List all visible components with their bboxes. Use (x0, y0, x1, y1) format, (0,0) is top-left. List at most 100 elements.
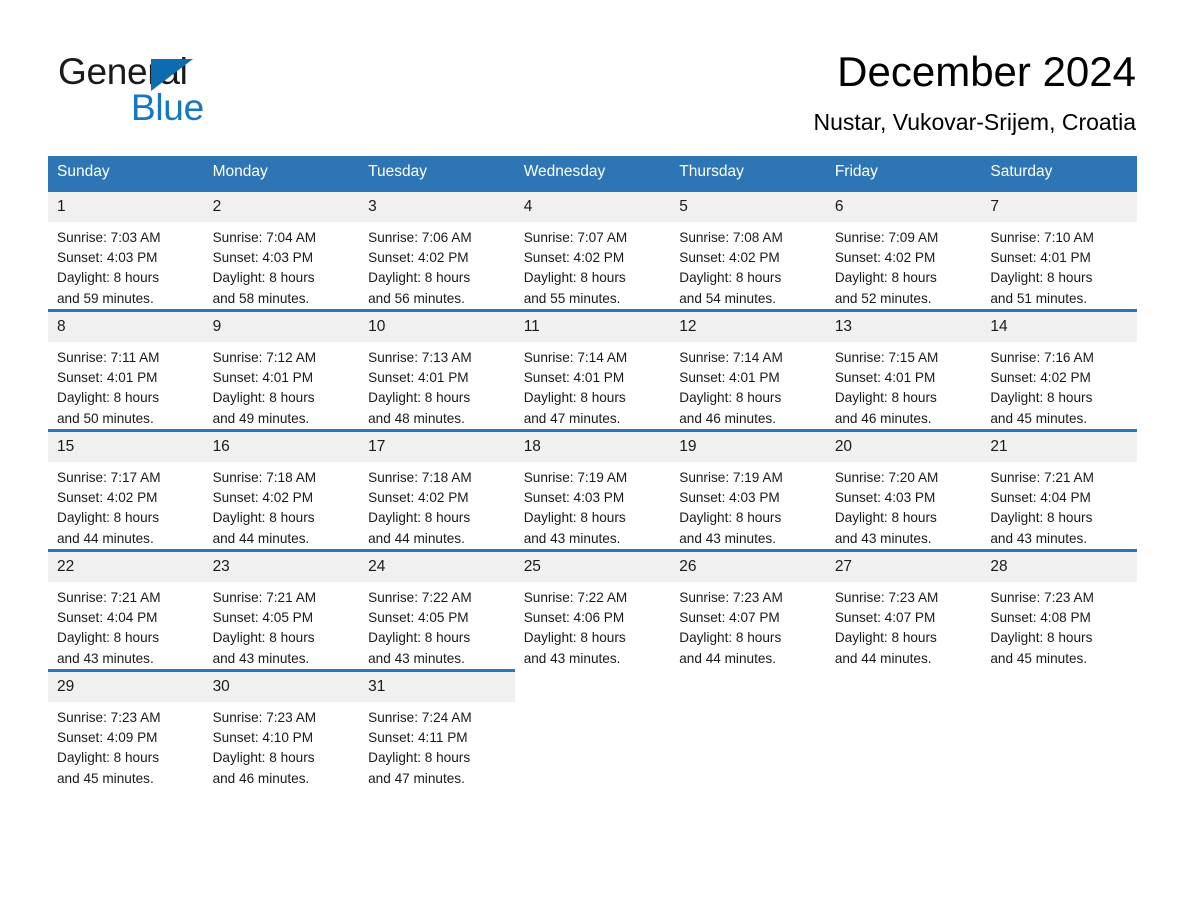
day-number: 18 (514, 432, 671, 462)
calendar-day-cell[interactable]: 9 Sunrise: 7:12 AM Sunset: 4:01 PM Daylight… (203, 309, 360, 429)
day-sun-info: Sunrise: 7:20 AM Sunset: 4:03 PM Daylight:… (826, 462, 982, 549)
calendar-day-cell[interactable]: 16 Sunrise: 7:18 AM Sunset: 4:02 PM Dayligh… (203, 429, 360, 549)
day-cell-inner: 4 Sunrise: 7:07 AM Sunset: 4:02 PM Daylight… (514, 189, 671, 306)
day-cell-inner: 24 Sunrise: 7:22 AM Sunset: 4:05 PM Dayligh… (359, 549, 515, 666)
day-info-daylight1: Daylight: 8 hours (57, 270, 160, 286)
day-info-daylight2: and 43 minutes. (834, 530, 932, 546)
day-sun-info: Sunrise: 7:22 AM Sunset: 4:06 PM Daylight:… (515, 582, 671, 669)
day-number: 27 (825, 552, 982, 582)
day-info-sunrise: Sunrise: 7:24 AM (368, 710, 472, 725)
day-sun-info: Sunrise: 7:19 AM Sunset: 4:03 PM Daylight:… (515, 462, 671, 549)
day-number: 1 (48, 192, 204, 222)
day-info-daylight2: and 45 minutes. (990, 410, 1088, 426)
calendar-day-cell[interactable]: 24 Sunrise: 7:22 AM Sunset: 4:05 PM Dayligh… (359, 549, 515, 669)
day-number: 22 (48, 552, 204, 582)
calendar-day-cell[interactable]: 21 Sunrise: 7:21 AM Sunset: 4:04 PM Dayligh… (981, 429, 1137, 549)
day-info-daylight1: Daylight: 8 hours (523, 390, 626, 406)
day-cell-inner: 17 Sunrise: 7:18 AM Sunset: 4:02 PM Dayligh… (359, 429, 515, 546)
day-cell-inner: 10 Sunrise: 7:13 AM Sunset: 4:01 PM Dayligh… (359, 309, 515, 426)
day-info-sunrise: Sunrise: 7:20 AM (834, 470, 939, 485)
day-sun-info: Sunrise: 7:17 AM Sunset: 4:02 PM Daylight:… (48, 462, 204, 549)
day-number (825, 672, 982, 702)
day-cell-inner: 3 Sunrise: 7:06 AM Sunset: 4:02 PM Daylight… (359, 189, 515, 306)
day-number: 24 (359, 552, 515, 582)
day-number: 10 (359, 312, 515, 342)
day-cell-inner: 15 Sunrise: 7:17 AM Sunset: 4:02 PM Dayligh… (48, 429, 204, 546)
day-cell-inner: 16 Sunrise: 7:18 AM Sunset: 4:02 PM Dayligh… (203, 429, 360, 549)
day-info-daylight2: and 44 minutes. (368, 530, 465, 546)
calendar-day-cell[interactable]: 7 Sunrise: 7:10 AM Sunset: 4:01 PM Daylight… (981, 189, 1137, 309)
day-info-daylight1: Daylight: 8 hours (834, 390, 937, 406)
calendar-day-cell[interactable]: 5 Sunrise: 7:08 AM Sunset: 4:02 PM Daylight… (670, 189, 826, 309)
day-info-daylight1: Daylight: 8 hours (523, 510, 626, 526)
day-sun-info (981, 702, 1137, 708)
page-title: December 2024 (837, 48, 1136, 95)
dow-header-wednesday: Wednesday (514, 156, 671, 189)
calendar-day-cell[interactable]: 27 Sunrise: 7:23 AM Sunset: 4:07 PM Dayligh… (825, 549, 982, 669)
day-info-sunset: Sunset: 4:07 PM (679, 610, 780, 626)
page-subtitle: Nustar, Vukovar-Srijem, Croatia (813, 109, 1136, 135)
calendar-day-cell[interactable]: 13 Sunrise: 7:15 AM Sunset: 4:01 PM Dayligh… (825, 309, 982, 429)
day-info-sunrise: Sunrise: 7:16 AM (990, 350, 1094, 365)
day-info-sunrise: Sunrise: 7:15 AM (834, 350, 939, 365)
day-number: 6 (825, 192, 982, 222)
calendar-day-cell[interactable]: 15 Sunrise: 7:17 AM Sunset: 4:02 PM Dayligh… (48, 429, 204, 549)
day-sun-info: Sunrise: 7:18 AM Sunset: 4:02 PM Daylight:… (359, 462, 515, 549)
day-info-sunrise: Sunrise: 7:11 AM (57, 350, 160, 365)
day-info-sunrise: Sunrise: 7:21 AM (57, 590, 161, 605)
calendar-day-cell[interactable]: 4 Sunrise: 7:07 AM Sunset: 4:02 PM Daylight… (514, 189, 671, 309)
calendar-day-cell[interactable]: 11 Sunrise: 7:14 AM Sunset: 4:01 PM Dayligh… (514, 309, 671, 429)
calendar-day-cell[interactable]: 6 Sunrise: 7:09 AM Sunset: 4:02 PM Daylight… (825, 189, 982, 309)
day-info-daylight1: Daylight: 8 hours (57, 390, 160, 406)
day-info-sunrise: Sunrise: 7:07 AM (523, 230, 628, 245)
day-number: 30 (203, 672, 360, 702)
calendar-day-cell[interactable]: 22 Sunrise: 7:21 AM Sunset: 4:04 PM Dayligh… (48, 549, 204, 669)
calendar-day-cell[interactable]: 19 Sunrise: 7:19 AM Sunset: 4:03 PM Dayligh… (670, 429, 826, 549)
calendar-day-cell[interactable]: 23 Sunrise: 7:21 AM Sunset: 4:05 PM Dayligh… (203, 549, 360, 669)
dow-header-tuesday: Tuesday (359, 156, 515, 189)
day-info-sunset: Sunset: 4:04 PM (990, 490, 1091, 506)
day-info-daylight1: Daylight: 8 hours (679, 390, 782, 406)
calendar-day-cell[interactable]: 18 Sunrise: 7:19 AM Sunset: 4:03 PM Dayligh… (514, 429, 671, 549)
day-info-daylight1: Daylight: 8 hours (679, 510, 782, 526)
day-cell-inner: 11 Sunrise: 7:14 AM Sunset: 4:01 PM Dayligh… (514, 309, 671, 426)
calendar-day-cell[interactable]: 14 Sunrise: 7:16 AM Sunset: 4:02 PM Dayligh… (981, 309, 1137, 429)
day-number: 31 (359, 672, 515, 702)
day-info-sunset: Sunset: 4:05 PM (368, 610, 469, 626)
day-info-sunset: Sunset: 4:02 PM (57, 490, 158, 506)
calendar-day-cell[interactable]: 28 Sunrise: 7:23 AM Sunset: 4:08 PM Dayligh… (981, 549, 1137, 669)
day-sun-info: Sunrise: 7:18 AM Sunset: 4:02 PM Daylight:… (204, 462, 360, 549)
day-sun-info: Sunrise: 7:24 AM Sunset: 4:11 PM Daylight:… (359, 702, 515, 789)
day-info-daylight2: and 43 minutes. (523, 650, 621, 666)
day-info-daylight1: Daylight: 8 hours (212, 390, 315, 406)
day-info-daylight2: and 47 minutes. (523, 410, 621, 426)
calendar-day-cell[interactable]: 1 Sunrise: 7:03 AM Sunset: 4:03 PM Daylight… (48, 189, 204, 309)
day-number: 28 (981, 552, 1137, 582)
calendar-day-cell[interactable]: 10 Sunrise: 7:13 AM Sunset: 4:01 PM Dayligh… (359, 309, 515, 429)
calendar-cell-empty (981, 669, 1137, 789)
calendar-day-cell[interactable]: 3 Sunrise: 7:06 AM Sunset: 4:02 PM Daylight… (359, 189, 515, 309)
calendar-day-cell[interactable]: 29 Sunrise: 7:23 AM Sunset: 4:09 PM Dayligh… (48, 669, 204, 789)
calendar-day-cell[interactable]: 2 Sunrise: 7:04 AM Sunset: 4:03 PM Daylight… (203, 189, 360, 309)
day-sun-info (670, 702, 826, 708)
calendar-day-cell[interactable]: 17 Sunrise: 7:18 AM Sunset: 4:02 PM Dayligh… (359, 429, 515, 549)
day-info-daylight1: Daylight: 8 hours (368, 630, 471, 646)
day-sun-info: Sunrise: 7:14 AM Sunset: 4:01 PM Daylight:… (670, 342, 826, 429)
day-info-daylight1: Daylight: 8 hours (368, 390, 471, 406)
day-info-daylight2: and 56 minutes. (368, 290, 465, 306)
calendar-day-cell[interactable]: 30 Sunrise: 7:23 AM Sunset: 4:10 PM Dayligh… (203, 669, 360, 789)
calendar-day-cell[interactable]: 31 Sunrise: 7:24 AM Sunset: 4:11 PM Dayligh… (359, 669, 515, 789)
calendar-day-cell[interactable]: 26 Sunrise: 7:23 AM Sunset: 4:07 PM Dayligh… (670, 549, 826, 669)
day-info-sunrise: Sunrise: 7:18 AM (368, 470, 472, 485)
calendar-day-cell[interactable]: 25 Sunrise: 7:22 AM Sunset: 4:06 PM Dayligh… (514, 549, 671, 669)
calendar-page: General Blue December 2024 Nustar, Vukov… (0, 0, 1188, 918)
calendar-day-cell[interactable]: 12 Sunrise: 7:14 AM Sunset: 4:01 PM Dayligh… (670, 309, 826, 429)
generalblue-logo[interactable]: General Blue (58, 52, 358, 128)
calendar-day-cell[interactable]: 8 Sunrise: 7:11 AM Sunset: 4:01 PM Daylight… (48, 309, 204, 429)
day-info-daylight1: Daylight: 8 hours (990, 510, 1093, 526)
day-info-daylight1: Daylight: 8 hours (57, 750, 160, 766)
calendar-week-row: 22 Sunrise: 7:21 AM Sunset: 4:04 PM Dayligh… (48, 549, 1137, 669)
day-cell-inner: 21 Sunrise: 7:21 AM Sunset: 4:04 PM Dayligh… (981, 429, 1137, 546)
day-info-sunset: Sunset: 4:03 PM (834, 490, 936, 506)
calendar-day-cell[interactable]: 20 Sunrise: 7:20 AM Sunset: 4:03 PM Dayligh… (825, 429, 982, 549)
